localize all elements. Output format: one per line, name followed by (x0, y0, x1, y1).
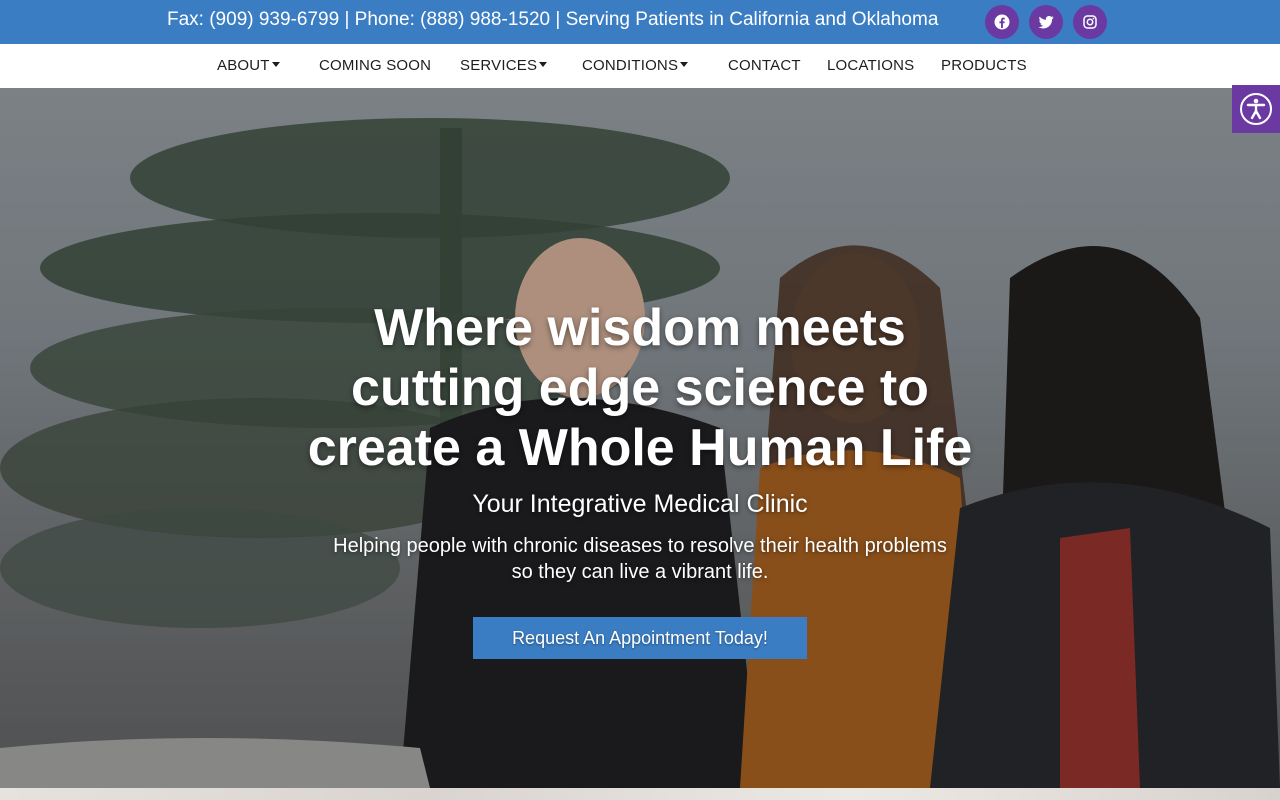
headline-line: cutting edge science to (351, 359, 929, 417)
request-appointment-button[interactable]: Request An Appointment Today! (473, 617, 807, 659)
twitter-icon (1038, 15, 1054, 29)
caret-down-icon (539, 62, 548, 67)
top-bar: Fax: (909) 939-6799 | Phone: (888) 988-1… (0, 0, 1280, 44)
accessibility-icon (1240, 93, 1272, 125)
accessibility-toggle[interactable] (1232, 85, 1280, 133)
description-line: so they can live a vibrant life. (511, 561, 769, 583)
section-divider (0, 788, 1280, 800)
nav-item-conditions[interactable]: CONDITIONS (582, 57, 689, 74)
hero-subheading: Your Integrative Medical Clinic (472, 490, 808, 518)
nav-item-locations[interactable]: LOCATIONS (827, 57, 914, 74)
nav-item-coming-soon[interactable]: COMING SOON (319, 57, 431, 74)
nav-label: CONDITIONS (582, 57, 679, 74)
main-nav: ABOUT COMING SOON SERVICES CONDITIONS CO… (0, 44, 1280, 88)
facebook-icon (994, 14, 1010, 30)
nav-item-about[interactable]: ABOUT (217, 57, 280, 74)
headline-line: Where wisdom meets (374, 299, 906, 357)
hero-headline: Where wisdom meets cutting edge science … (240, 298, 1040, 478)
twitter-link[interactable] (1029, 5, 1063, 39)
headline-line: create a Whole Human Life (307, 419, 973, 477)
nav-item-services[interactable]: SERVICES (460, 57, 548, 74)
nav-label: PRODUCTS (941, 57, 1027, 74)
nav-label: LOCATIONS (827, 57, 915, 74)
hero-description: Helping people with chronic diseases to … (260, 533, 1020, 585)
nav-label: SERVICES (460, 57, 538, 74)
instagram-icon (1083, 15, 1097, 29)
nav-label: COMING SOON (319, 57, 432, 74)
nav-item-products[interactable]: PRODUCTS (941, 57, 1027, 74)
instagram-link[interactable] (1073, 5, 1107, 39)
description-line: Helping people with chronic diseases to … (333, 535, 947, 557)
caret-down-icon (680, 62, 689, 67)
nav-label: ABOUT (217, 57, 270, 74)
nav-item-contact[interactable]: CONTACT (728, 57, 801, 74)
caret-down-icon (271, 62, 280, 67)
facebook-link[interactable] (985, 5, 1019, 39)
contact-info: Fax: (909) 939-6799 | Phone: (888) 988-1… (167, 9, 939, 30)
nav-label: CONTACT (728, 57, 801, 74)
